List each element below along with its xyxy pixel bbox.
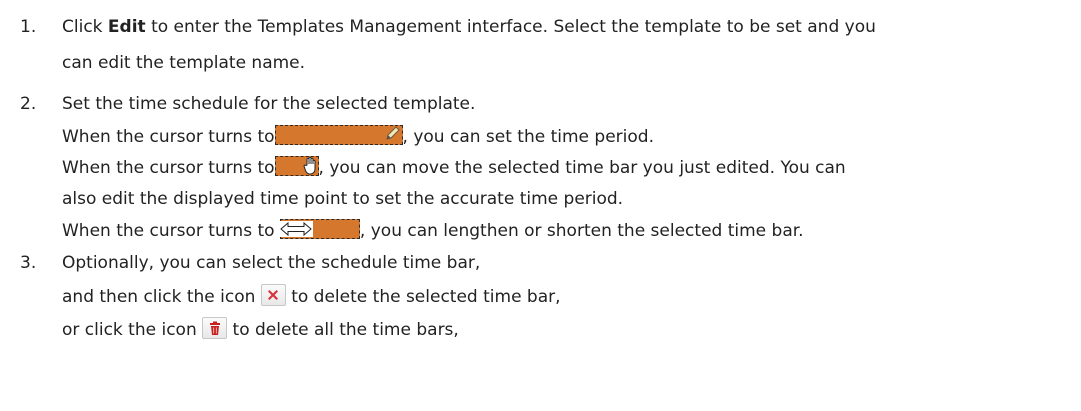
hand-cursor-icon (274, 156, 319, 176)
item-3-line-1: Optionally, you can select the schedule … (62, 253, 481, 273)
delete-icon-line: and then click the icon to delete the se… (62, 284, 561, 308)
item-2-hand-line-2: also edit the displayed time point to se… (62, 189, 624, 209)
text: , you can lengthen or shorten the select… (359, 221, 804, 241)
hand-cursor-line: When the cursor turns to , you can move t… (62, 156, 846, 179)
item-number: 2. (20, 94, 37, 114)
text: to enter the Templates Management interf… (145, 17, 876, 37)
item-1-line-1: Click Edit to enter the Templates Manage… (62, 16, 876, 38)
trash-icon[interactable] (202, 317, 228, 339)
item-1-line-2: can edit the template name. (62, 53, 306, 73)
text: When the cursor turns to (62, 127, 275, 147)
resize-cursor-line: When the cursor turns to , you can lengt… (62, 219, 804, 242)
pencil-cursor-line: When the cursor turns to , you can set th… (62, 125, 654, 148)
text: , you can set the time period. (402, 127, 654, 147)
clear-icon-line: or click the icon to delete all the time… (62, 317, 459, 341)
edit-keyword: Edit (107, 17, 146, 37)
text: and then click the icon (62, 287, 261, 307)
text: Click (62, 17, 108, 37)
resize-cursor-icon (278, 219, 360, 239)
text: or click the icon (62, 320, 203, 340)
delete-x-icon[interactable] (260, 284, 286, 306)
item-2-line-1: Set the time schedule for the selected t… (62, 94, 476, 114)
text: When the cursor turns to (62, 158, 275, 178)
instruction-document: 1. Click Edit to enter the Templates Man… (0, 0, 1081, 411)
pencil-cursor-icon (274, 125, 403, 145)
text: , you can move the selected time bar you… (318, 158, 846, 178)
item-number: 1. (20, 17, 37, 37)
text: to delete the selected time bar, (285, 287, 561, 307)
text: When the cursor turns to (62, 221, 280, 241)
text: to delete all the time bars, (227, 320, 459, 340)
item-number: 3. (20, 253, 37, 273)
